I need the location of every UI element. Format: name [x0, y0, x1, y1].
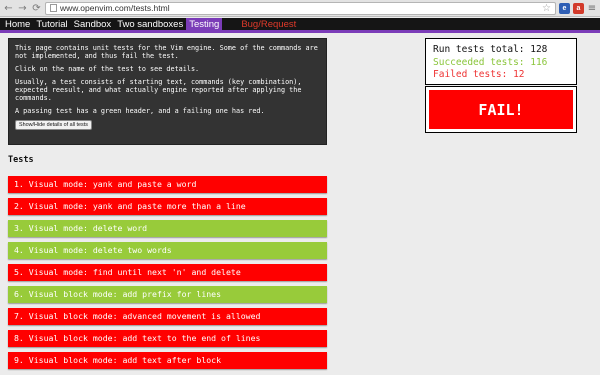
failed-text: Failed tests: 12	[433, 69, 525, 80]
star-icon[interactable]: ☆	[542, 3, 551, 14]
info-paragraph: This page contains unit tests for the Vi…	[15, 44, 318, 61]
info-paragraph: Usually, a test consists of starting tex…	[15, 77, 302, 103]
test-item[interactable]: 4. Visual mode: delete two words	[8, 242, 327, 259]
browser-toolbar: ← → ⟳ www.openvim.com/tests.html ☆ e a ≡	[0, 0, 600, 17]
site-navigation: Home Tutorial Sandbox Two sandboxes Test…	[0, 18, 600, 33]
test-summary: Run tests total: 128 Succeeded tests: 11…	[425, 38, 577, 85]
test-item[interactable]: 3. Visual mode: delete word	[8, 220, 327, 237]
info-paragraph: A passing test has a green header, and a…	[15, 107, 265, 116]
succeeded-text: Succeeded tests: 116	[433, 56, 548, 68]
tests-list: 1. Visual mode: yank and paste a word 2.…	[8, 176, 327, 374]
url-text: www.openvim.com/tests.html	[60, 3, 170, 13]
toggle-details-button[interactable]: Show/Hide details of all tests	[15, 120, 92, 131]
run-total-text: Run tests total: 128	[433, 44, 548, 55]
extension-icon[interactable]: e	[559, 2, 570, 14]
result-panel: FAIL!	[425, 86, 577, 133]
reload-icon[interactable]: ⟳	[31, 3, 42, 14]
nav-home[interactable]: Home	[2, 18, 33, 30]
test-item[interactable]: 2. Visual mode: yank and paste more than…	[8, 198, 327, 215]
address-bar[interactable]: www.openvim.com/tests.html ☆	[45, 1, 556, 15]
nav-testing[interactable]: Testing	[186, 18, 223, 30]
test-item[interactable]: 1. Visual mode: yank and paste a word	[8, 176, 327, 193]
nav-sandbox[interactable]: Sandbox	[71, 18, 115, 30]
tests-heading: Tests	[8, 155, 34, 165]
info-panel: This page contains unit tests for the Vi…	[8, 38, 327, 145]
page-icon	[50, 4, 57, 12]
nav-bug-request[interactable]: Bug/Request	[238, 18, 299, 30]
test-item[interactable]: 8. Visual block mode: add text to the en…	[8, 330, 327, 347]
test-item[interactable]: 5. Visual mode: find until next 'n' and …	[8, 264, 327, 281]
fail-banner: FAIL!	[429, 90, 573, 129]
extension-icon[interactable]: a	[573, 2, 584, 14]
test-item[interactable]: 6. Visual block mode: add prefix for lin…	[8, 286, 327, 303]
hamburger-menu-icon[interactable]: ≡	[587, 3, 597, 14]
forward-arrow-icon[interactable]: →	[17, 3, 28, 14]
info-paragraph: Click on the name of the test to see det…	[15, 65, 200, 74]
test-item[interactable]: 7. Visual block mode: advanced movement …	[8, 308, 327, 325]
test-item[interactable]: 9. Visual block mode: add text after blo…	[8, 352, 327, 369]
back-arrow-icon[interactable]: ←	[3, 3, 14, 14]
nav-tutorial[interactable]: Tutorial	[33, 18, 70, 30]
nav-two-sandboxes[interactable]: Two sandboxes	[114, 18, 186, 30]
